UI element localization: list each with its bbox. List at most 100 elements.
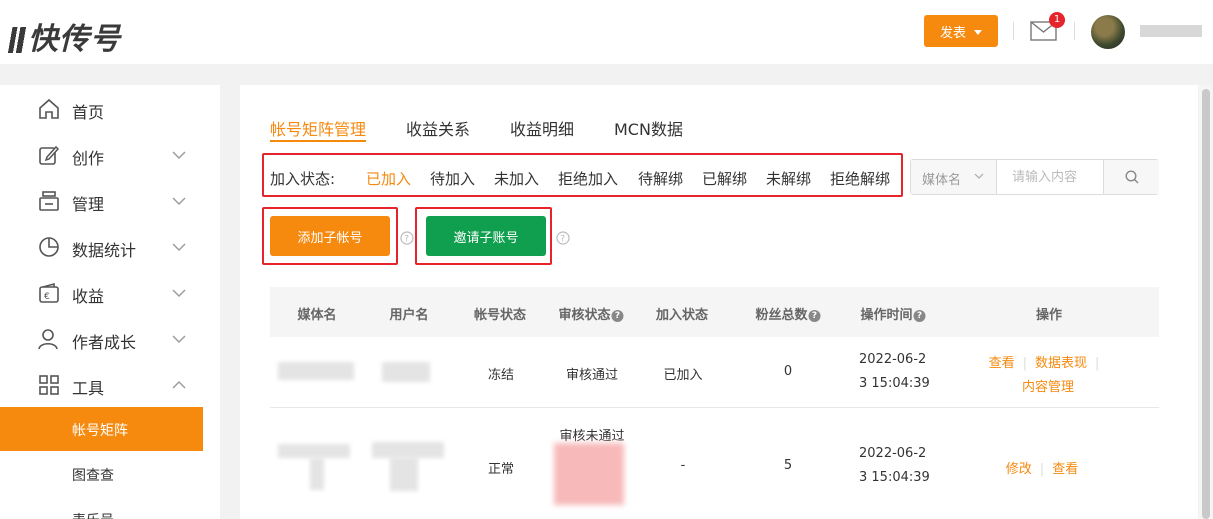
- tab-income-detail[interactable]: 收益明细: [510, 116, 574, 140]
- chevron-down-icon: [172, 151, 186, 159]
- filter-option-unbound[interactable]: 已解绑: [702, 168, 747, 189]
- row-divider: [270, 407, 1159, 408]
- edit-link[interactable]: 修改: [1006, 462, 1032, 477]
- tab-mcn-data[interactable]: MCN数据: [614, 116, 683, 140]
- data-performance-link[interactable]: 数据表现: [1035, 356, 1087, 371]
- logo-mark-icon: [8, 27, 26, 53]
- username-redacted: [1140, 25, 1202, 37]
- review-reason-redacted: [554, 443, 624, 505]
- filter-option-not-joined[interactable]: 未加入: [494, 168, 539, 189]
- svg-text:?: ?: [404, 235, 409, 245]
- chevron-down-icon: [172, 289, 186, 297]
- column-header: 操作: [1035, 308, 1063, 323]
- chevron-down-icon: [172, 197, 186, 205]
- table-header: 媒体名 用户名 帐号状态 审核状态? 加入状态 粉丝总数? 操作时间? 操作: [270, 287, 1159, 337]
- column-header-time: 操作时间?: [860, 304, 926, 323]
- sidebar: 首页 创作 管理 数据统计 € 收益 作者成长 工具 帐号矩阵 图查查 表乐号: [0, 85, 220, 519]
- username-redacted: [382, 362, 430, 382]
- view-link[interactable]: 查看: [989, 356, 1015, 371]
- time-line: 3 15:04:39: [859, 470, 930, 485]
- tab-account-matrix[interactable]: 帐号矩阵管理: [270, 116, 366, 140]
- pie-chart-icon: [39, 237, 59, 257]
- sidebar-subitem-label: 帐号矩阵: [72, 423, 128, 439]
- divider: |: [1095, 356, 1100, 371]
- sidebar-item-tools[interactable]: 工具: [0, 362, 220, 408]
- column-header: 加入状态: [655, 308, 709, 323]
- search-bar: 媒体名: [910, 159, 1159, 195]
- fans-count: 0: [783, 364, 793, 379]
- join-status: 已加入: [663, 368, 703, 383]
- sidebar-subitem-tuchacha[interactable]: 图查查: [0, 452, 203, 496]
- search-icon: [1125, 170, 1139, 184]
- help-icon[interactable]: ?: [808, 310, 821, 322]
- user-icon: [38, 329, 58, 350]
- filter-option-not-unbound[interactable]: 未解绑: [766, 168, 811, 189]
- help-icon[interactable]: ?: [400, 231, 414, 245]
- media-type-select[interactable]: 媒体名: [911, 160, 997, 194]
- add-sub-account-button[interactable]: 添加子帐号: [270, 216, 390, 256]
- tab-income-relation[interactable]: 收益关系: [406, 116, 470, 140]
- operation-time: 2022-06-2 3 15:04:39: [859, 442, 930, 490]
- column-header: 媒体名: [297, 308, 337, 323]
- join-status: -: [680, 458, 686, 473]
- row-actions: 查看 | 数据表现 | 内容管理: [989, 352, 1108, 400]
- search-input[interactable]: [998, 160, 1103, 194]
- sidebar-subitem-account-matrix[interactable]: 帐号矩阵: [0, 407, 203, 451]
- chevron-up-icon: [172, 381, 186, 389]
- help-icon[interactable]: ?: [913, 310, 926, 322]
- main-panel: 帐号矩阵管理 收益关系 收益明细 MCN数据 加入状态: 已加入 待加入 未加入…: [240, 85, 1198, 519]
- sidebar-item-label: 工具: [72, 379, 105, 398]
- sidebar-item-manage[interactable]: 管理: [0, 178, 220, 224]
- username-redacted: [372, 442, 444, 458]
- sidebar-item-income[interactable]: € 收益: [0, 270, 220, 316]
- filter-label: 加入状态:: [270, 170, 336, 188]
- media-name-redacted: [278, 362, 354, 380]
- review-status: 审核通过: [565, 368, 619, 383]
- filter-option-pending-unbind[interactable]: 待解绑: [638, 168, 683, 189]
- publish-button[interactable]: 发表: [924, 15, 998, 47]
- sidebar-item-home[interactable]: 首页: [0, 86, 220, 132]
- chevron-down-icon: [172, 243, 186, 251]
- sidebar-item-label: 数据统计: [72, 241, 137, 260]
- media-name-redacted: [278, 444, 350, 458]
- sidebar-item-growth[interactable]: 作者成长: [0, 316, 220, 362]
- caret-down-icon: [974, 29, 982, 35]
- invite-sub-account-button[interactable]: 邀请子账号: [426, 216, 546, 256]
- logo-text: 快传号: [28, 22, 121, 57]
- search-button[interactable]: [1103, 160, 1159, 194]
- content-manage-link[interactable]: 内容管理: [1022, 380, 1074, 395]
- divider: |: [1022, 356, 1027, 371]
- column-header-fans: 粉丝总数?: [755, 304, 821, 323]
- logo[interactable]: 快传号: [8, 14, 121, 58]
- divider: [1074, 22, 1075, 40]
- sidebar-item-create[interactable]: 创作: [0, 132, 220, 178]
- manage-icon: [39, 191, 59, 211]
- chevron-down-icon: [172, 335, 186, 343]
- help-icon[interactable]: ?: [611, 310, 624, 322]
- operation-time: 2022-06-2 3 15:04:39: [859, 348, 930, 396]
- filter-option-joined[interactable]: 已加入: [366, 168, 411, 189]
- sidebar-item-label: 收益: [72, 287, 105, 306]
- column-header-label: 操作时间: [860, 308, 913, 323]
- scrollbar[interactable]: [1199, 85, 1213, 519]
- filter-option-pending-join[interactable]: 待加入: [430, 168, 475, 189]
- top-header: 快传号 发表 1: [0, 0, 1213, 64]
- avatar[interactable]: [1091, 15, 1125, 49]
- sidebar-item-stats[interactable]: 数据统计: [0, 224, 220, 270]
- help-icon[interactable]: ?: [556, 231, 570, 245]
- account-status: 冻结: [487, 368, 515, 383]
- media-name-redacted: [310, 458, 324, 490]
- scrollbar-thumb[interactable]: [1202, 89, 1210, 519]
- svg-text:€: €: [44, 292, 50, 302]
- filter-option-rejected-unbind[interactable]: 拒绝解绑: [830, 168, 890, 189]
- svg-text:?: ?: [560, 235, 565, 245]
- sidebar-subitem-third[interactable]: 表乐号: [0, 497, 203, 519]
- column-header-label: 粉丝总数: [755, 308, 808, 323]
- filter-option-rejected-join[interactable]: 拒绝加入: [558, 168, 618, 189]
- account-status: 正常: [487, 462, 515, 477]
- review-status: 审核未通过: [559, 429, 625, 444]
- divider: [1013, 22, 1014, 40]
- sidebar-subitem-label: 图查查: [72, 468, 114, 484]
- sidebar-subitem-label: 表乐号: [72, 510, 114, 519]
- view-link[interactable]: 查看: [1052, 462, 1078, 477]
